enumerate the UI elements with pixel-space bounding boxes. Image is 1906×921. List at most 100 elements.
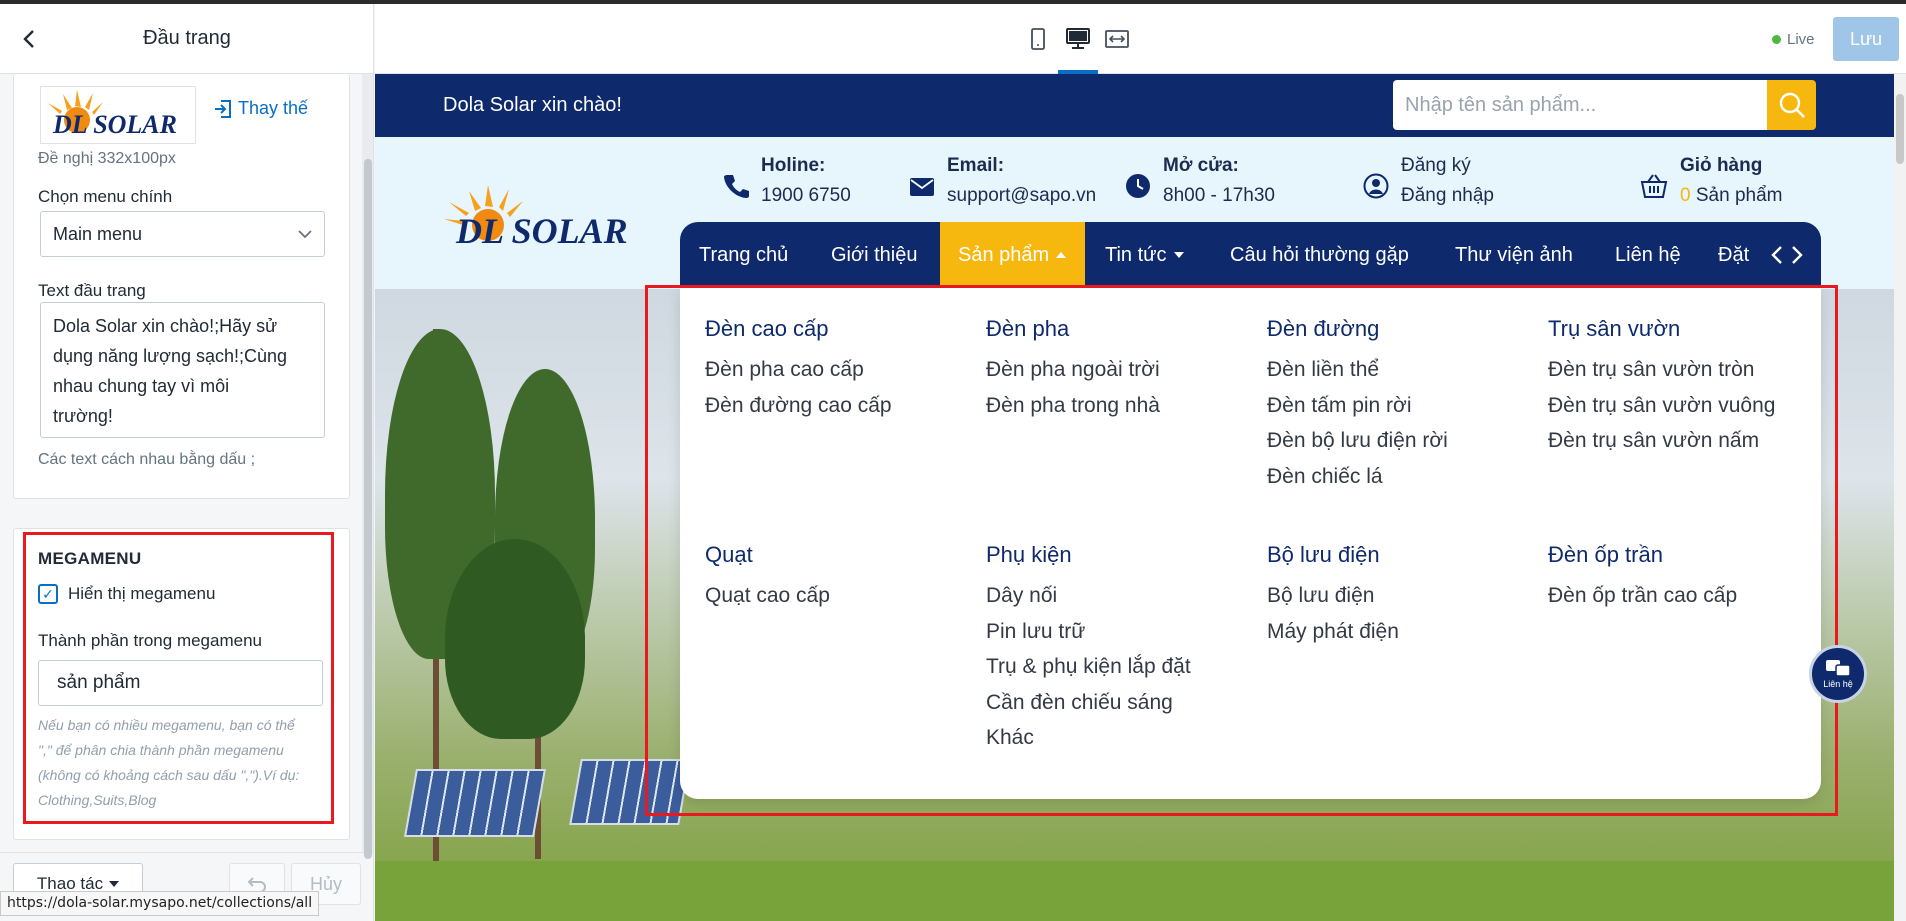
welcome-text: Dola Solar xin chào! [443,94,622,116]
clock-icon [1126,174,1150,198]
svg-text:DL SOLAR: DL SOLAR [455,211,628,247]
replace-icon [215,99,231,118]
site-preview: Dola Solar xin chào! Nhập tên sản phẩm..… [375,74,1906,921]
settings-panel: Đầu trang DL SOLAR Thay thế Đề nghị 332x… [0,4,374,921]
header-text-label: Text đầu trang [38,281,146,300]
megamenu-link[interactable]: Đèn ốp trần cao cấp [1548,578,1737,614]
nav-item-news[interactable]: Tin tức [1105,222,1185,288]
logo-preview[interactable]: DL SOLAR [40,86,196,144]
email-info[interactable]: Email: support@sapo.vn [909,151,1096,211]
chevron-right-icon[interactable] [1791,245,1803,265]
panel-title: Đầu trang [143,27,231,49]
site-logo[interactable]: DL SOLAR [443,185,643,247]
megamenu-link[interactable]: Đèn pha trong nhà [986,388,1160,424]
header-text-hint: Các text cách nhau bằng dấu ; [38,451,256,468]
caret-down-icon [109,881,120,887]
megamenu-link[interactable]: Đèn tấm pin rời [1267,388,1448,424]
megamenu-card: MEGAMENU ✓ Hiển thị megamenu Thành phần … [13,528,350,840]
products-megamenu: Đèn cao cấp Đèn pha cao cấp Đèn đường ca… [680,288,1821,799]
megamenu-link[interactable]: Đèn trụ sân vườn vuông [1548,388,1775,424]
cart-info[interactable]: Giỏ hàng 0 Sản phẩm [1640,151,1782,211]
nav-item-gallery[interactable]: Thư viện ảnh [1455,222,1573,288]
megamenu-link[interactable]: Đèn đường cao cấp [705,388,892,424]
megamenu-link[interactable]: Đèn chiếc lá [1267,459,1448,495]
back-icon[interactable] [16,26,42,52]
megamenu-link[interactable]: Quạt cao cấp [705,578,830,614]
show-megamenu-checkbox[interactable]: ✓ Hiển thị megamenu [38,584,215,604]
megamenu-link[interactable]: Đèn trụ sân vườn tròn [1548,352,1775,388]
megamenu-link[interactable]: Cần đèn chiếu sáng [986,685,1191,721]
site-topbar: Dola Solar xin chào! Nhập tên sản phẩm..… [375,74,1894,137]
preview-scrollbar[interactable] [1894,74,1906,921]
megamenu-link[interactable]: Dây nối [986,578,1191,614]
desktop-view-icon[interactable] [1065,26,1091,52]
site-search-input[interactable]: Nhập tên sản phẩm... [1393,80,1783,130]
megamenu-column-title[interactable]: Quạt [705,542,830,568]
megamenu-link[interactable]: Đèn pha cao cấp [705,352,892,388]
live-dot-icon [1772,35,1781,44]
logo-size-hint: Đề nghị 332x100px [38,150,176,167]
chevron-left-icon[interactable] [1770,245,1783,265]
account-info[interactable]: Đăng ký Đăng nhập [1363,151,1494,211]
scroll-thumb[interactable] [364,159,372,859]
panel-header: Đầu trang [0,4,373,74]
megamenu-link[interactable]: Trụ & phụ kiện lắp đặt [986,649,1191,685]
megamenu-column-title[interactable]: Đèn ốp trần [1548,542,1737,568]
megamenu-link[interactable]: Pin lưu trữ [986,614,1191,650]
chat-icon [1826,660,1851,677]
nav-item-booking[interactable]: Đặt [1718,222,1749,288]
megamenu-column: Đèn cao cấp Đèn pha cao cấp Đèn đường ca… [705,316,892,423]
header-settings-card: DL SOLAR Thay thế Đề nghị 332x100px Chọn… [13,74,350,499]
megamenu-column-title[interactable]: Đèn đường [1267,316,1448,342]
undo-icon [247,877,266,892]
main-menu-select[interactable]: Main menu [40,211,325,257]
mobile-view-icon[interactable] [1025,26,1051,52]
checkmark-icon: ✓ [38,584,58,604]
header-text-textarea[interactable]: Dola Solar xin chào!;Hãy sử dụng năng lư… [40,302,325,438]
megamenu-column-title[interactable]: Trụ sân vườn [1548,316,1775,342]
panel-scrollbar[interactable] [362,74,373,859]
editor-toolbar: Live Lưu [375,4,1906,74]
chevron-down-icon [298,229,312,238]
nav-item-contact[interactable]: Liên hệ [1615,222,1681,288]
megamenu-column-title[interactable]: Đèn cao cấp [705,316,892,342]
nav-item-home[interactable]: Trang chủ [699,222,788,288]
megamenu-column: Quạt Quạt cao cấp [705,542,830,614]
megamenu-link[interactable]: Đèn pha ngoài trời [986,352,1160,388]
menu-label: Chọn menu chính [38,187,173,206]
caret-down-icon [1173,252,1184,258]
megamenu-link[interactable]: Đèn bộ lưu điện rời [1267,423,1448,459]
megamenu-column: Bộ lưu điện Bộ lưu điện Máy phát điện [1267,542,1399,649]
megamenu-link[interactable]: Đèn trụ sân vườn nấm [1548,423,1775,459]
fullwidth-view-icon[interactable] [1104,26,1130,52]
megamenu-column: Đèn đường Đèn liền thể Đèn tấm pin rời Đ… [1267,316,1448,494]
save-button[interactable]: Lưu [1833,17,1899,61]
megamenu-link[interactable]: Máy phát điện [1267,614,1399,650]
megamenu-component-label: Thành phần trong megamenu [38,631,262,650]
megamenu-column-title[interactable]: Bộ lưu điện [1267,542,1399,568]
dl-solar-logo-thumb: DL SOLAR [48,90,177,139]
phone-icon [724,175,749,198]
preview-scroll-thumb[interactable] [1896,94,1904,164]
megamenu-link[interactable]: Khác [986,720,1191,756]
replace-logo-link[interactable]: Thay thế [214,98,308,119]
megamenu-link[interactable]: Đèn liền thể [1267,352,1448,388]
nav-item-faq[interactable]: Câu hỏi thường gặp [1230,222,1409,288]
site-search-button[interactable] [1767,80,1816,130]
register-link[interactable]: Đăng ký [1401,151,1494,181]
megamenu-column: Đèn ốp trần Đèn ốp trần cao cấp [1548,542,1737,614]
megamenu-link[interactable]: Bộ lưu điện [1267,578,1399,614]
hotline-info[interactable]: Holine: 1900 6750 [723,151,851,211]
nav-item-about[interactable]: Giới thiệu [831,222,917,288]
opening-hours-info: Mở cửa: 8h00 - 17h30 [1125,151,1275,211]
login-link[interactable]: Đăng nhập [1401,181,1494,211]
megamenu-column-title[interactable]: Phụ kiện [986,542,1191,568]
contact-chat-button[interactable]: Liên hệ [1809,645,1867,703]
status-bar-url: https://dola-solar.mysapo.net/collection… [0,891,320,916]
search-icon [1779,92,1805,118]
megamenu-component-input[interactable]: sản phẩm [38,660,323,706]
nav-scroll-controls [1752,222,1821,288]
megamenu-column-title[interactable]: Đèn pha [986,316,1160,342]
megamenu-column: Phụ kiện Dây nối Pin lưu trữ Trụ & phụ k… [986,542,1191,756]
nav-item-products[interactable]: Sản phẩm [940,222,1086,288]
